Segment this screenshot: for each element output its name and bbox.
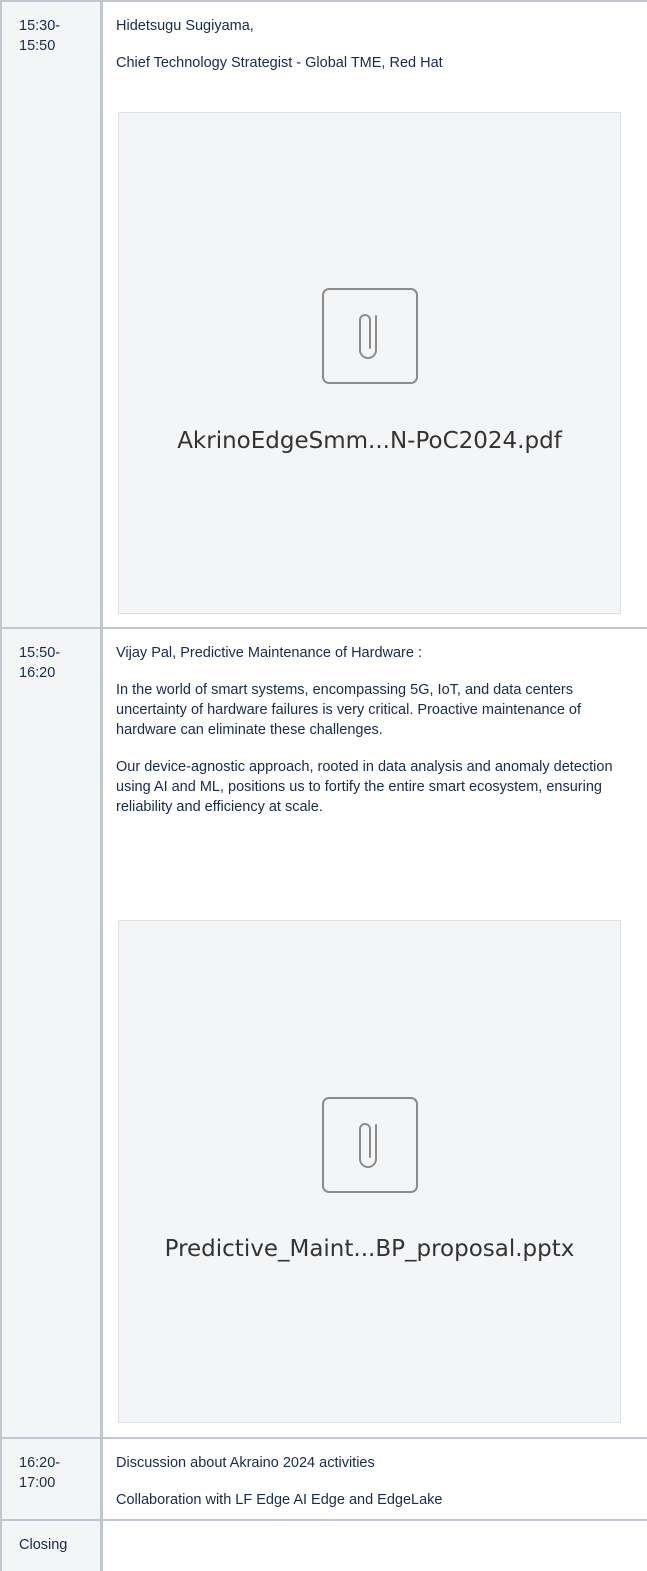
speaker-title: Chief Technology Strategist - Global TME…: [116, 55, 443, 71]
agenda-table: 15:30- 15:50 Hidetsugu Sugiyama, Chief T…: [0, 0, 647, 1571]
attachment-file-name[interactable]: Predictive_Maint...BP_proposal.pptx: [119, 1234, 620, 1264]
time-cell: Closing: [0, 1521, 103, 1571]
time-start: 15:50-: [19, 645, 61, 661]
closing-label: Closing: [19, 1537, 68, 1553]
table-row: Closing: [0, 1519, 647, 1571]
table-row: 16:20- 17:00 Discussion about Akraino 20…: [0, 1437, 647, 1519]
content-cell: [103, 1521, 647, 1571]
discussion-topic: Discussion about Akraino 2024 activities: [116, 1455, 375, 1471]
time-start: 16:20-: [19, 1455, 61, 1471]
time-end: 16:20: [19, 665, 56, 681]
speaker-name: Hidetsugu Sugiyama,: [116, 18, 254, 34]
talk-title: Vijay Pal, Predictive Maintenance of Har…: [116, 645, 422, 661]
paperclip-icon: [321, 288, 418, 384]
talk-description: In the world of smart systems, encompass…: [116, 682, 582, 738]
time-cell: 15:50- 16:20: [0, 629, 103, 1437]
time-start: 15:30-: [19, 18, 61, 34]
attachment-preview[interactable]: Predictive_Maint...BP_proposal.pptx: [118, 920, 621, 1423]
talk-description: Our device-agnostic approach, rooted in …: [116, 759, 613, 815]
content-cell: Discussion about Akraino 2024 activities…: [103, 1439, 647, 1519]
time-end: 17:00: [19, 1475, 56, 1491]
paperclip-icon: [321, 1097, 418, 1193]
discussion-topic: Collaboration with LF Edge AI Edge and E…: [116, 1492, 443, 1508]
time-end: 15:50: [19, 38, 56, 54]
time-cell: 15:30- 15:50: [0, 2, 103, 627]
attachment-preview[interactable]: AkrinoEdgeSmm...N-PoC2024.pdf: [118, 112, 621, 614]
attachment-file-name[interactable]: AkrinoEdgeSmm...N-PoC2024.pdf: [119, 426, 620, 456]
time-cell: 16:20- 17:00: [0, 1439, 103, 1519]
